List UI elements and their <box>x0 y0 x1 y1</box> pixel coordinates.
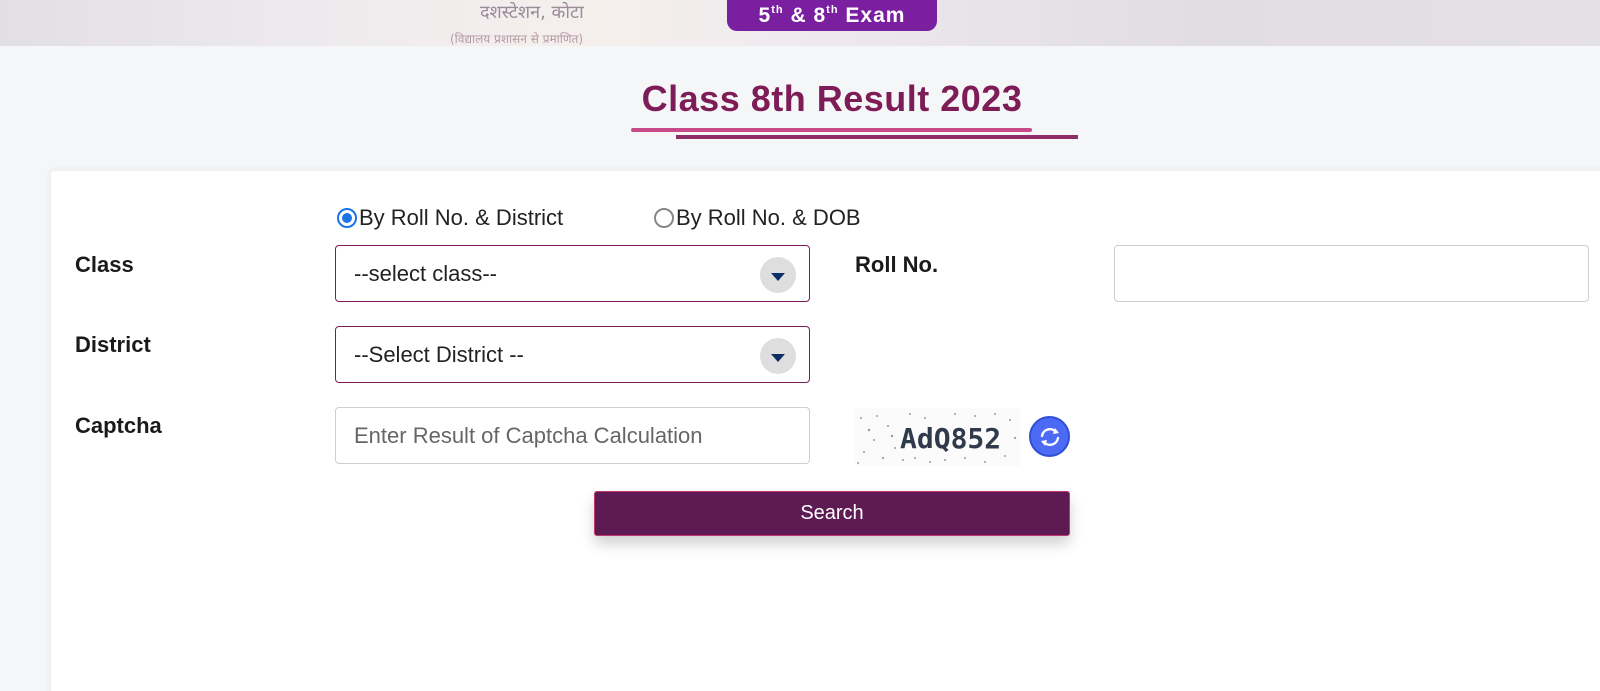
captcha-refresh-button[interactable] <box>1029 416 1070 457</box>
captcha-label: Captcha <box>75 413 162 438</box>
radio-roll-district-label: By Roll No. & District <box>359 205 564 230</box>
title-underline-secondary <box>676 135 1078 139</box>
exam-badge-grade-a: 5 <box>758 3 772 27</box>
district-select-value: --Select District -- <box>354 341 524 367</box>
radio-unchecked-icon[interactable] <box>654 208 674 228</box>
roll-no-label: Roll No. <box>855 252 939 277</box>
class-label: Class <box>75 252 134 277</box>
captcha-image: AdQ852 <box>855 408 1020 466</box>
exam-badge-amp: & <box>790 3 807 27</box>
captcha-text: AdQ852 <box>900 422 1001 455</box>
exam-badge-label: Exam <box>845 3 906 27</box>
radio-roll-dob-label: By Roll No. & DOB <box>676 205 861 230</box>
refresh-icon <box>1040 427 1059 446</box>
banner-hindi-subtext: (विद्यालय प्रशासन से प्रमाणित) <box>450 32 584 46</box>
exam-badge-grade-b: 8 <box>813 3 827 27</box>
search-button[interactable]: Search <box>594 491 1070 536</box>
exam-badge-sup-b: th <box>826 3 839 16</box>
exam-badge: 5th & 8th Exam <box>727 0 937 31</box>
radio-roll-dob[interactable]: By Roll No. & DOB <box>654 205 861 231</box>
radio-roll-district[interactable]: By Roll No. & District <box>337 205 563 231</box>
page-title: Class 8th Result 2023 <box>641 78 1023 119</box>
class-select-value: --select class-- <box>354 260 498 286</box>
chevron-down-icon[interactable] <box>760 257 796 293</box>
radio-checked-icon[interactable] <box>337 208 357 228</box>
district-select[interactable]: --Select District -- <box>335 326 810 383</box>
class-select[interactable]: --select class-- <box>335 245 810 302</box>
captcha-noise-svg: AdQ852 <box>857 413 1017 464</box>
banner-hindi-text: दशस्टेशन, कोटा <box>480 2 584 23</box>
chevron-down-icon[interactable] <box>760 338 796 374</box>
roll-no-input[interactable] <box>1114 245 1589 302</box>
captcha-input[interactable] <box>335 407 810 464</box>
exam-badge-sup-a: th <box>771 3 784 16</box>
title-underline-primary <box>631 128 1032 132</box>
district-label: District <box>75 332 151 357</box>
